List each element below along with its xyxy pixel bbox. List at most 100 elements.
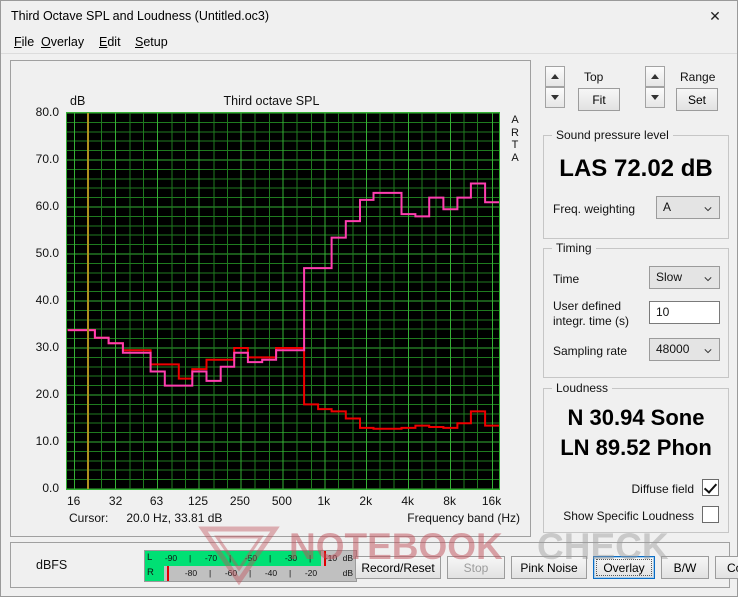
y-axis-tick: 30.0: [35, 340, 59, 354]
range-spinner-down-icon[interactable]: [645, 87, 665, 108]
y-axis-tick: 80.0: [35, 105, 59, 119]
y-axis-unit-label: dB: [70, 94, 86, 108]
cursor-readout-label: Cursor:: [69, 511, 109, 525]
time-label: Time: [553, 272, 580, 286]
range-set-button[interactable]: Set: [676, 88, 718, 111]
dbfs-level-meter[interactable]: L -90 | -70 | -50 | -30 | -10 dB R -80 | -60 | -40 | -20 d…: [144, 550, 357, 582]
menu-overlay[interactable]: Overlay: [38, 34, 87, 50]
freq-weighting-select[interactable]: A: [656, 196, 720, 219]
timing-title: Timing: [552, 241, 596, 255]
y-axis-tick: 10.0: [35, 434, 59, 448]
integration-time-label-line2: integr. time (s): [553, 314, 630, 328]
integration-time-value: 10: [656, 305, 670, 319]
time-value: Slow: [656, 270, 683, 284]
chart-title: Third octave SPL: [223, 94, 320, 108]
overlay-button[interactable]: Overlay: [593, 556, 655, 579]
bottom-toolbar: dBFS L -90 | -70 | -50 | -30 | -10 dB R -80 | -60 | -40…: [10, 542, 738, 588]
x-axis-tick: 32: [108, 494, 123, 508]
meter-unit-label: dB: [342, 568, 353, 578]
chevron-down-icon: [704, 277, 712, 282]
y-axis-tick: 50.0: [35, 246, 59, 260]
menu-bar: File Overlay Edit Setup: [1, 32, 737, 52]
timing-group: Timing Time Slow User defined integr. ti…: [543, 241, 729, 378]
spl-plot-svg: [67, 113, 499, 489]
menu-edit-rest: dit: [107, 35, 121, 49]
spl-plot-area[interactable]: [66, 112, 500, 490]
close-icon[interactable]: ✕: [693, 1, 737, 31]
x-axis-tick: 500: [271, 494, 292, 508]
menu-file-rest: ile: [21, 35, 35, 49]
meter-scale-tick: |: [209, 568, 212, 578]
chevron-down-icon: [704, 349, 712, 354]
cursor-readout-value: 20.0 Hz, 33.81 dB: [126, 511, 223, 525]
loudness-sone-value: N 30.94 Sone: [567, 405, 705, 430]
top-label: Top: [584, 70, 604, 84]
menu-overlay-mnemonic: O: [41, 35, 51, 49]
meter-scale-label: -80: [184, 568, 198, 578]
meter-scale-tick: |: [289, 568, 292, 578]
top-fit-button[interactable]: Fit: [578, 88, 620, 111]
freq-weighting-value: A: [663, 200, 672, 214]
y-axis-tick: 70.0: [35, 152, 59, 166]
stop-button: Stop: [447, 556, 505, 579]
diffuse-field-checkbox[interactable]: [702, 479, 719, 496]
meter-scale-label: -50: [244, 553, 258, 563]
spl-value: LAS 72.02 dB: [559, 155, 713, 182]
range-label: Range: [680, 70, 716, 84]
menu-separator: [1, 53, 737, 54]
y-axis-tick: 20.0: [35, 387, 59, 401]
menu-file[interactable]: File: [11, 34, 37, 50]
meter-scale-tick: |: [269, 553, 272, 563]
x-axis-tick: 63: [149, 494, 164, 508]
top-spinner-up-icon[interactable]: [545, 66, 565, 87]
record-reset-button[interactable]: Record/Reset: [355, 556, 441, 579]
x-axis-tick: 16k: [481, 494, 502, 508]
integration-time-input[interactable]: 10: [649, 301, 720, 324]
x-axis-tick: 4k: [401, 494, 415, 508]
meter-row-left: L -90 | -70 | -50 | -30 | -10 dB: [145, 551, 356, 566]
meter-channel-label: R: [147, 567, 154, 578]
diffuse-field-label: Diffuse field: [631, 482, 694, 496]
y-axis-tick: 0.0: [42, 481, 59, 495]
cursor-readout: Cursor: 20.0 Hz, 33.81 dB: [69, 511, 222, 525]
meter-scale-label: -60: [224, 568, 238, 578]
copy-button[interactable]: Copy: [715, 556, 738, 579]
x-axis-title: Frequency band (Hz): [407, 511, 520, 525]
sampling-rate-select[interactable]: 48000: [649, 338, 720, 361]
sampling-rate-label: Sampling rate: [553, 344, 628, 358]
meter-scale-label: -40: [264, 568, 278, 578]
b-w-button[interactable]: B/W: [661, 556, 709, 579]
x-axis-tick: 125: [187, 494, 209, 508]
meter-scale-tick: |: [249, 568, 252, 578]
top-spinner-down-icon[interactable]: [545, 87, 565, 108]
loudness-group: Loudness N 30.94 Sone LN 89.52 Phon Diff…: [543, 381, 729, 533]
top-spinner[interactable]: [545, 66, 565, 108]
menu-file-mnemonic: F: [14, 35, 22, 49]
sound-pressure-level-group: Sound pressure level LAS 72.02 dB Freq. …: [543, 128, 729, 239]
pink-noise-button[interactable]: Pink Noise: [511, 556, 587, 579]
meter-scale-tick: |: [189, 553, 192, 563]
y-axis-tick: 40.0: [35, 293, 59, 307]
meter-scale-tick: |: [229, 553, 232, 563]
dbfs-caption: dBFS: [36, 558, 68, 572]
right-control-column: Top Fit Range Set Sound pressure level L…: [539, 60, 730, 537]
menu-setup[interactable]: Setup: [132, 34, 171, 50]
arta-watermark: ARTA: [511, 114, 519, 164]
sampling-rate-value: 48000: [656, 342, 690, 356]
x-axis-tick: 250: [229, 494, 250, 508]
meter-scale-tick: |: [309, 553, 312, 563]
meter-unit-label: dB: [342, 553, 353, 563]
menu-edit[interactable]: Edit: [96, 34, 124, 50]
meter-scale-label: -20: [304, 568, 318, 578]
show-specific-loudness-checkbox[interactable]: [702, 506, 719, 523]
meter-scale-label: -70: [204, 553, 218, 563]
range-spinner-up-icon[interactable]: [645, 66, 665, 87]
meter-peak-indicator: [167, 566, 170, 581]
chart-panel: Third octave SPL dB ARTA 0.0 10.0 20.0 30.0…: [10, 60, 531, 537]
sound-pressure-level-title: Sound pressure level: [552, 128, 673, 142]
range-spinner[interactable]: [645, 66, 665, 108]
x-axis-tick: 8k: [443, 494, 456, 508]
menu-overlay-rest: verlay: [50, 35, 85, 49]
integration-time-label-line1: User defined: [553, 299, 622, 313]
time-select[interactable]: Slow: [649, 266, 720, 289]
